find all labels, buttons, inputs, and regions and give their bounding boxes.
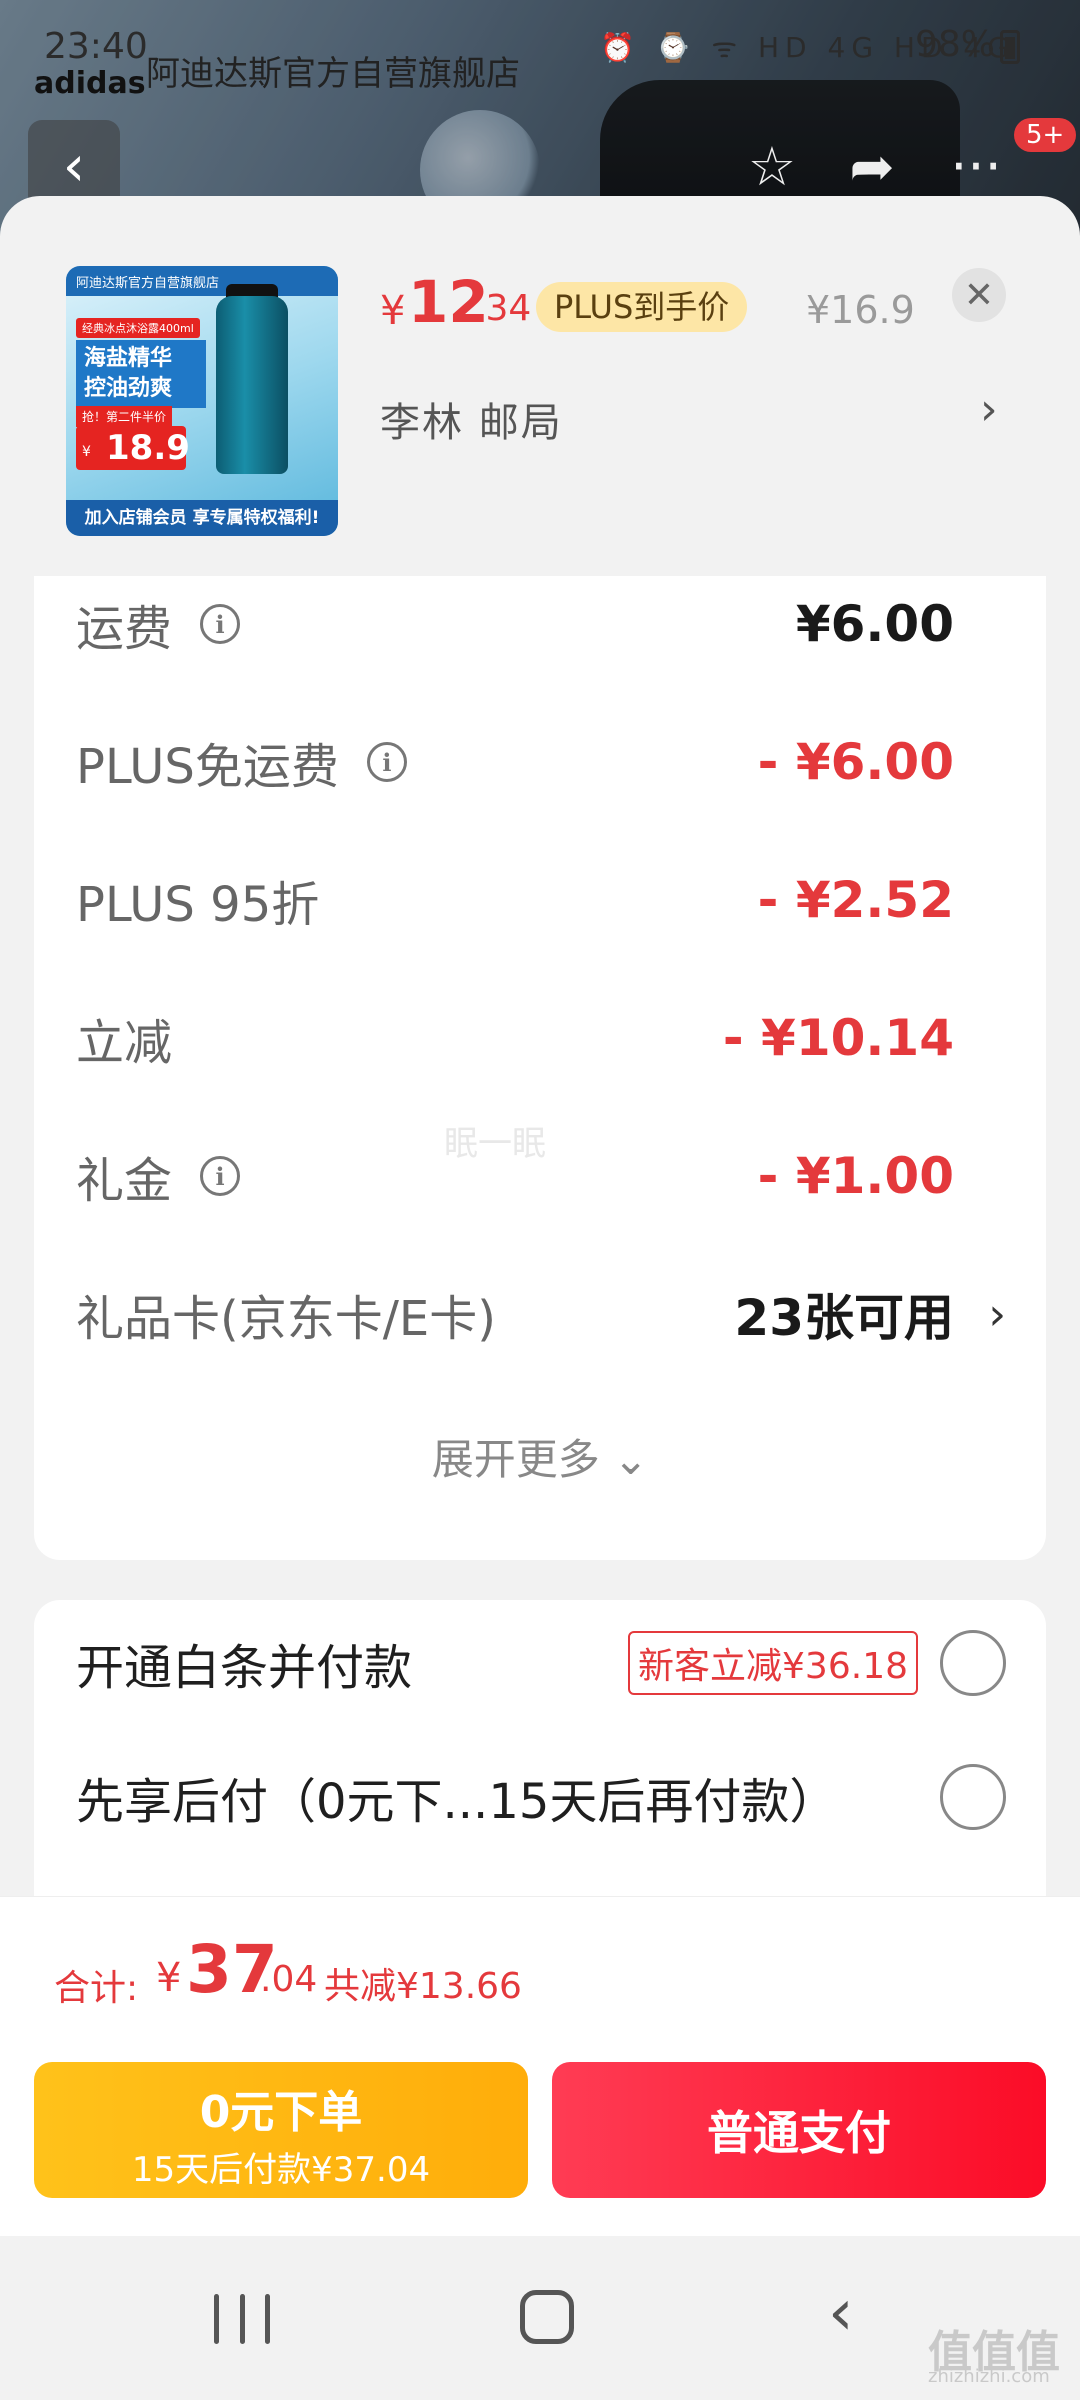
chevron-left-icon: ‹ [62, 133, 86, 199]
promo-badge: 新客立减¥36.18 [628, 1631, 918, 1695]
fee-row-plus-discount: PLUS 95折 - ¥2.52 [76, 852, 954, 948]
pay-option-baitiao[interactable]: 开通白条并付款 新客立减¥36.18 [76, 1608, 1006, 1718]
brand-logo: adidas [34, 66, 146, 101]
pay-option-pay-later[interactable]: 先享后付（0元下...15天后再付款） [76, 1742, 1006, 1852]
battery-icon [1000, 30, 1020, 64]
zero-down-sublabel: 15天后付款¥37.04 [131, 2150, 431, 2190]
close-icon: ✕ [963, 274, 995, 316]
chevron-right-icon[interactable]: › [980, 384, 998, 435]
battery-level: 98% [915, 24, 996, 65]
fee-label: 礼金 [76, 1153, 173, 1209]
action-bar: 0元下单 15天后付款¥37.04 普通支付 [0, 2046, 1080, 2236]
price-currency: ¥ [380, 288, 406, 334]
fee-value: - ¥10.14 [722, 1009, 954, 1067]
regular-pay-button[interactable]: 普通支付 [552, 2062, 1046, 2198]
fee-label: PLUS免运费 [76, 739, 339, 795]
home-icon[interactable] [520, 2290, 574, 2344]
fee-breakdown-card: 运费 i ¥6.00 PLUS免运费 i - ¥6.00 PLUS 95折 - … [34, 576, 1046, 1560]
radio-button[interactable] [940, 1630, 1006, 1696]
bottle-illustration [216, 296, 288, 474]
fee-value: 23张可用 [734, 1289, 954, 1347]
share-icon: ➦ [849, 134, 895, 198]
back-icon[interactable]: ‹ [828, 2276, 854, 2350]
product-image-offer: 抢！第二件半价 [76, 406, 173, 427]
fee-row-shipping: 运费 i ¥6.00 [76, 576, 954, 672]
total-bar: 合计: ¥ 37 .04 共减¥13.66 [0, 1896, 1080, 2046]
watermark-text: 眠一眠 [444, 1124, 546, 1164]
fee-label: 运费 [76, 601, 173, 657]
product-image: 阿迪达斯官方自营旗舰店 经典冰点沐浴露400ml 海盐精华 控油劲爽 抢！第二件… [66, 266, 338, 536]
fee-label: PLUS 95折 [76, 877, 320, 933]
chevron-down-icon: ⌄ [613, 1435, 649, 1484]
product-image-tag: 经典冰点沐浴露400ml [76, 318, 200, 338]
fee-label: 礼品卡(京东卡/E卡) [76, 1291, 496, 1347]
product-image-price: ¥ 18.9 [76, 426, 190, 470]
pay-option-label: 先享后付（0元下...15天后再付款） [76, 1774, 838, 1830]
chevron-right-icon: › [988, 1288, 1006, 1340]
radio-button[interactable] [940, 1764, 1006, 1830]
product-image-banner: 加入店铺会员 享专属特权福利! [66, 500, 338, 536]
site-watermark-domain: zhizhizhi.com [928, 2366, 1050, 2387]
more-icon: ··· [950, 134, 1002, 198]
fee-row-instant-discount: 立减 - ¥10.14 [76, 990, 954, 1086]
fee-row-gift-card[interactable]: 礼品卡(京东卡/E卡) 23张可用 › [76, 1266, 1006, 1362]
zero-down-order-button[interactable]: 0元下单 15天后付款¥37.04 [34, 2062, 528, 2198]
expand-more-button[interactable]: 展开更多 ⌄ [34, 1426, 1046, 1487]
recent-apps-icon[interactable] [214, 2294, 270, 2344]
plus-price-badge: PLUS到手价 [536, 282, 748, 332]
fee-value: - ¥2.52 [757, 871, 954, 929]
info-icon[interactable]: i [200, 604, 241, 644]
system-navigation-bar: ‹ 值值值 zhizhizhi.com [0, 2236, 1080, 2400]
delivery-address[interactable]: 李林 邮局 [380, 390, 563, 448]
close-button[interactable]: ✕ [952, 268, 1006, 322]
regular-pay-label: 普通支付 [707, 2106, 891, 2160]
info-icon[interactable]: i [366, 742, 407, 782]
total-decimal: .04 [260, 1959, 318, 2000]
star-icon: ☆ [747, 134, 797, 198]
product-image-store: 阿迪达斯官方自营旗舰店 [66, 266, 338, 296]
product-image-title: 海盐精华 控油劲爽 [76, 340, 206, 408]
zero-down-label: 0元下单 [199, 2087, 363, 2138]
fee-row-plus-free-shipping: PLUS免运费 i - ¥6.00 [76, 714, 954, 810]
fee-value: ¥6.00 [795, 595, 954, 653]
fee-label: 立减 [76, 1015, 173, 1071]
info-icon[interactable]: i [200, 1156, 241, 1196]
pay-option-label: 开通白条并付款 [76, 1640, 413, 1696]
original-price: ¥16.9 [806, 288, 915, 332]
store-name[interactable]: 阿迪达斯官方自营旗舰店 [146, 46, 520, 95]
total-currency: ¥ [156, 1955, 182, 2001]
notification-badge: 5+ [1014, 118, 1077, 152]
fee-value: - ¥6.00 [757, 733, 954, 791]
status-time: 23:40 [44, 26, 148, 67]
total-label: 合计: [54, 1968, 139, 2009]
total-savings: 共减¥13.66 [324, 1966, 522, 2007]
fee-value: - ¥1.00 [757, 1147, 954, 1205]
price-decimal: .34 [474, 288, 532, 329]
